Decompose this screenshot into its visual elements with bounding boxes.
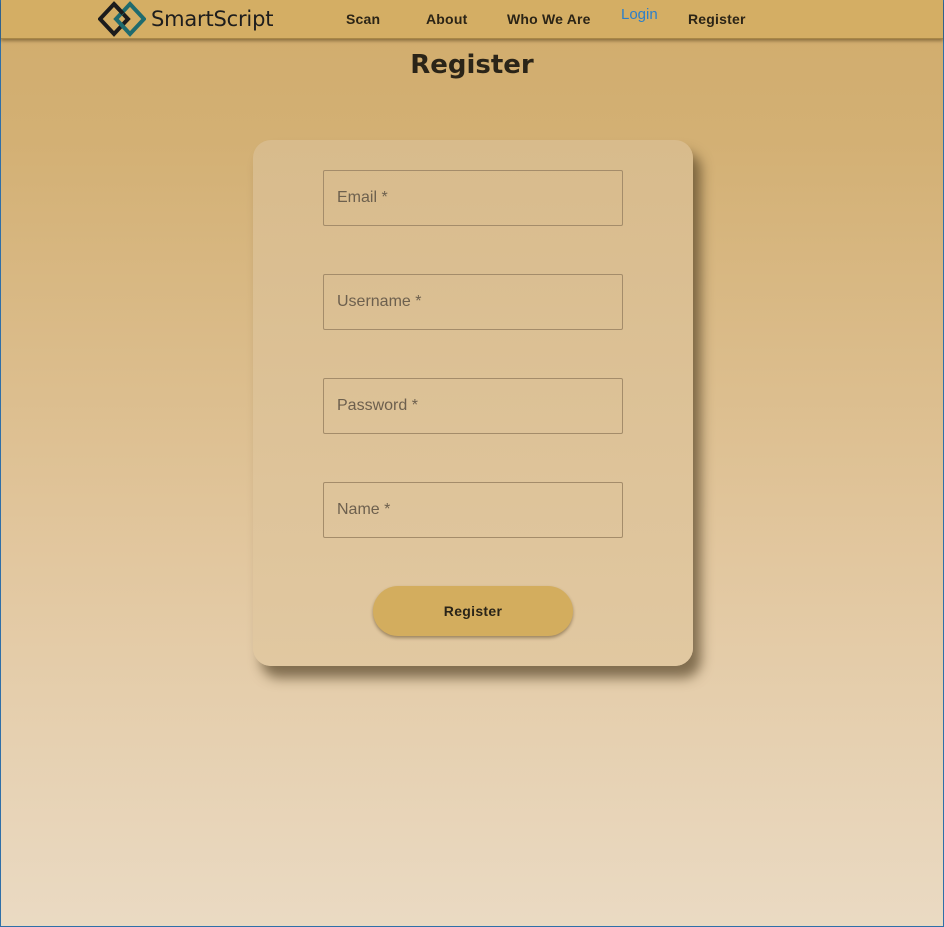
name-input[interactable]: [324, 483, 622, 537]
email-field: [323, 170, 623, 226]
name-field: [323, 482, 623, 538]
brand-logo[interactable]: SmartScript: [98, 1, 273, 37]
interlocking-diamonds-icon: [98, 1, 146, 37]
top-navbar: SmartScript Scan About Who We Are Login …: [1, 0, 943, 39]
nav-link-login[interactable]: Login: [621, 6, 658, 23]
page-title: Register: [410, 50, 534, 80]
username-input[interactable]: [324, 275, 622, 329]
email-input[interactable]: [324, 171, 622, 225]
nav-link-who-we-are[interactable]: Who We Are: [507, 11, 591, 27]
register-button[interactable]: Register: [373, 586, 573, 636]
nav-link-about[interactable]: About: [426, 11, 467, 27]
password-field: [323, 378, 623, 434]
nav-link-register[interactable]: Register: [688, 11, 746, 27]
brand-name: SmartScript: [151, 7, 274, 31]
register-form-card: Register: [253, 140, 693, 666]
nav-link-scan[interactable]: Scan: [346, 11, 380, 27]
username-field: [323, 274, 623, 330]
password-input[interactable]: [324, 379, 622, 433]
